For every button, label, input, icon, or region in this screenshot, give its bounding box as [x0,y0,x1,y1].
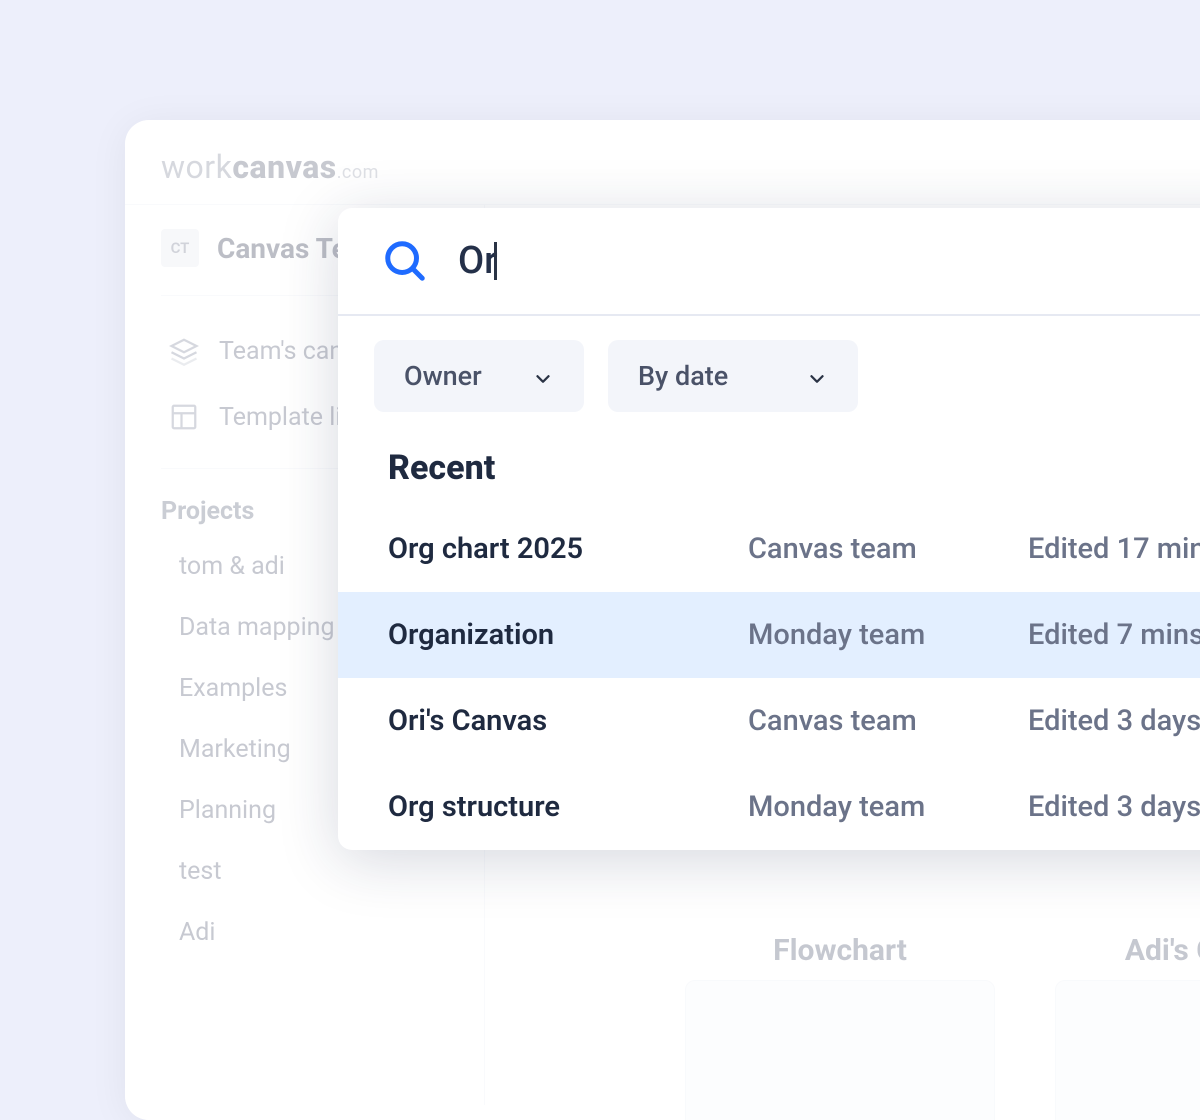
logo-part3: .com [337,162,379,183]
main-canvas-cards: Flowchart Adi's Canvas [685,933,1200,1120]
text-cursor [494,242,497,280]
search-section-heading: Recent [338,412,1200,506]
result-title: Org chart 2025 [388,532,748,566]
canvas-thumbnail [1055,980,1200,1120]
result-title: Org structure [388,790,748,824]
filter-owner[interactable]: Owner [374,340,584,412]
search-result-row[interactable]: Org chart 2025 Canvas team Edited 17 min… [338,506,1200,592]
canvas-thumbnail [685,980,995,1120]
team-avatar: CT [161,229,199,267]
result-time: Edited 7 mins ago [1028,618,1200,652]
search-result-row[interactable]: Organization Monday team Edited 7 mins a… [338,592,1200,678]
result-time: Edited 17 mins ago [1028,532,1200,566]
canvas-card[interactable]: Adi's Canvas [1055,933,1200,1120]
project-item[interactable]: test [161,841,468,902]
search-input[interactable]: Or [458,239,498,283]
filter-by-date[interactable]: By date [608,340,858,412]
search-result-row[interactable]: Org structure Monday team Edited 3 days … [338,764,1200,850]
canvas-card-title: Flowchart [685,933,995,980]
chevron-down-icon [806,365,828,387]
filter-label: Owner [404,360,482,392]
filter-row: Owner By date [338,316,1200,412]
result-team: Canvas team [748,532,1028,566]
result-title: Organization [388,618,748,652]
app-header: workcanvas.com [125,120,1200,205]
logo-part2: canvas [232,148,336,186]
result-team: Monday team [748,618,1028,652]
filter-label: By date [638,360,728,392]
result-title: Ori's Canvas [388,704,748,738]
search-result-row[interactable]: Ori's Canvas Canvas team Edited 3 days a… [338,678,1200,764]
template-icon [169,402,199,432]
canvas-card-title: Adi's Canvas [1055,933,1200,980]
result-team: Canvas team [748,704,1028,738]
result-team: Monday team [748,790,1028,824]
search-input-wrap[interactable]: Or [458,239,1200,283]
search-overlay: Or Owner By date Recent Org chart 2025 C… [338,208,1200,850]
chevron-down-icon [532,365,554,387]
search-bar: Or [338,208,1200,316]
result-time: Edited 3 days ago [1028,790,1200,824]
layers-icon [169,336,199,366]
logo-part1: work [161,148,232,186]
canvas-card[interactable]: Flowchart [685,933,995,1120]
search-icon [382,238,428,284]
logo: workcanvas.com [161,148,1200,186]
project-item[interactable]: Adi [161,902,468,963]
result-time: Edited 3 days ago [1028,704,1200,738]
